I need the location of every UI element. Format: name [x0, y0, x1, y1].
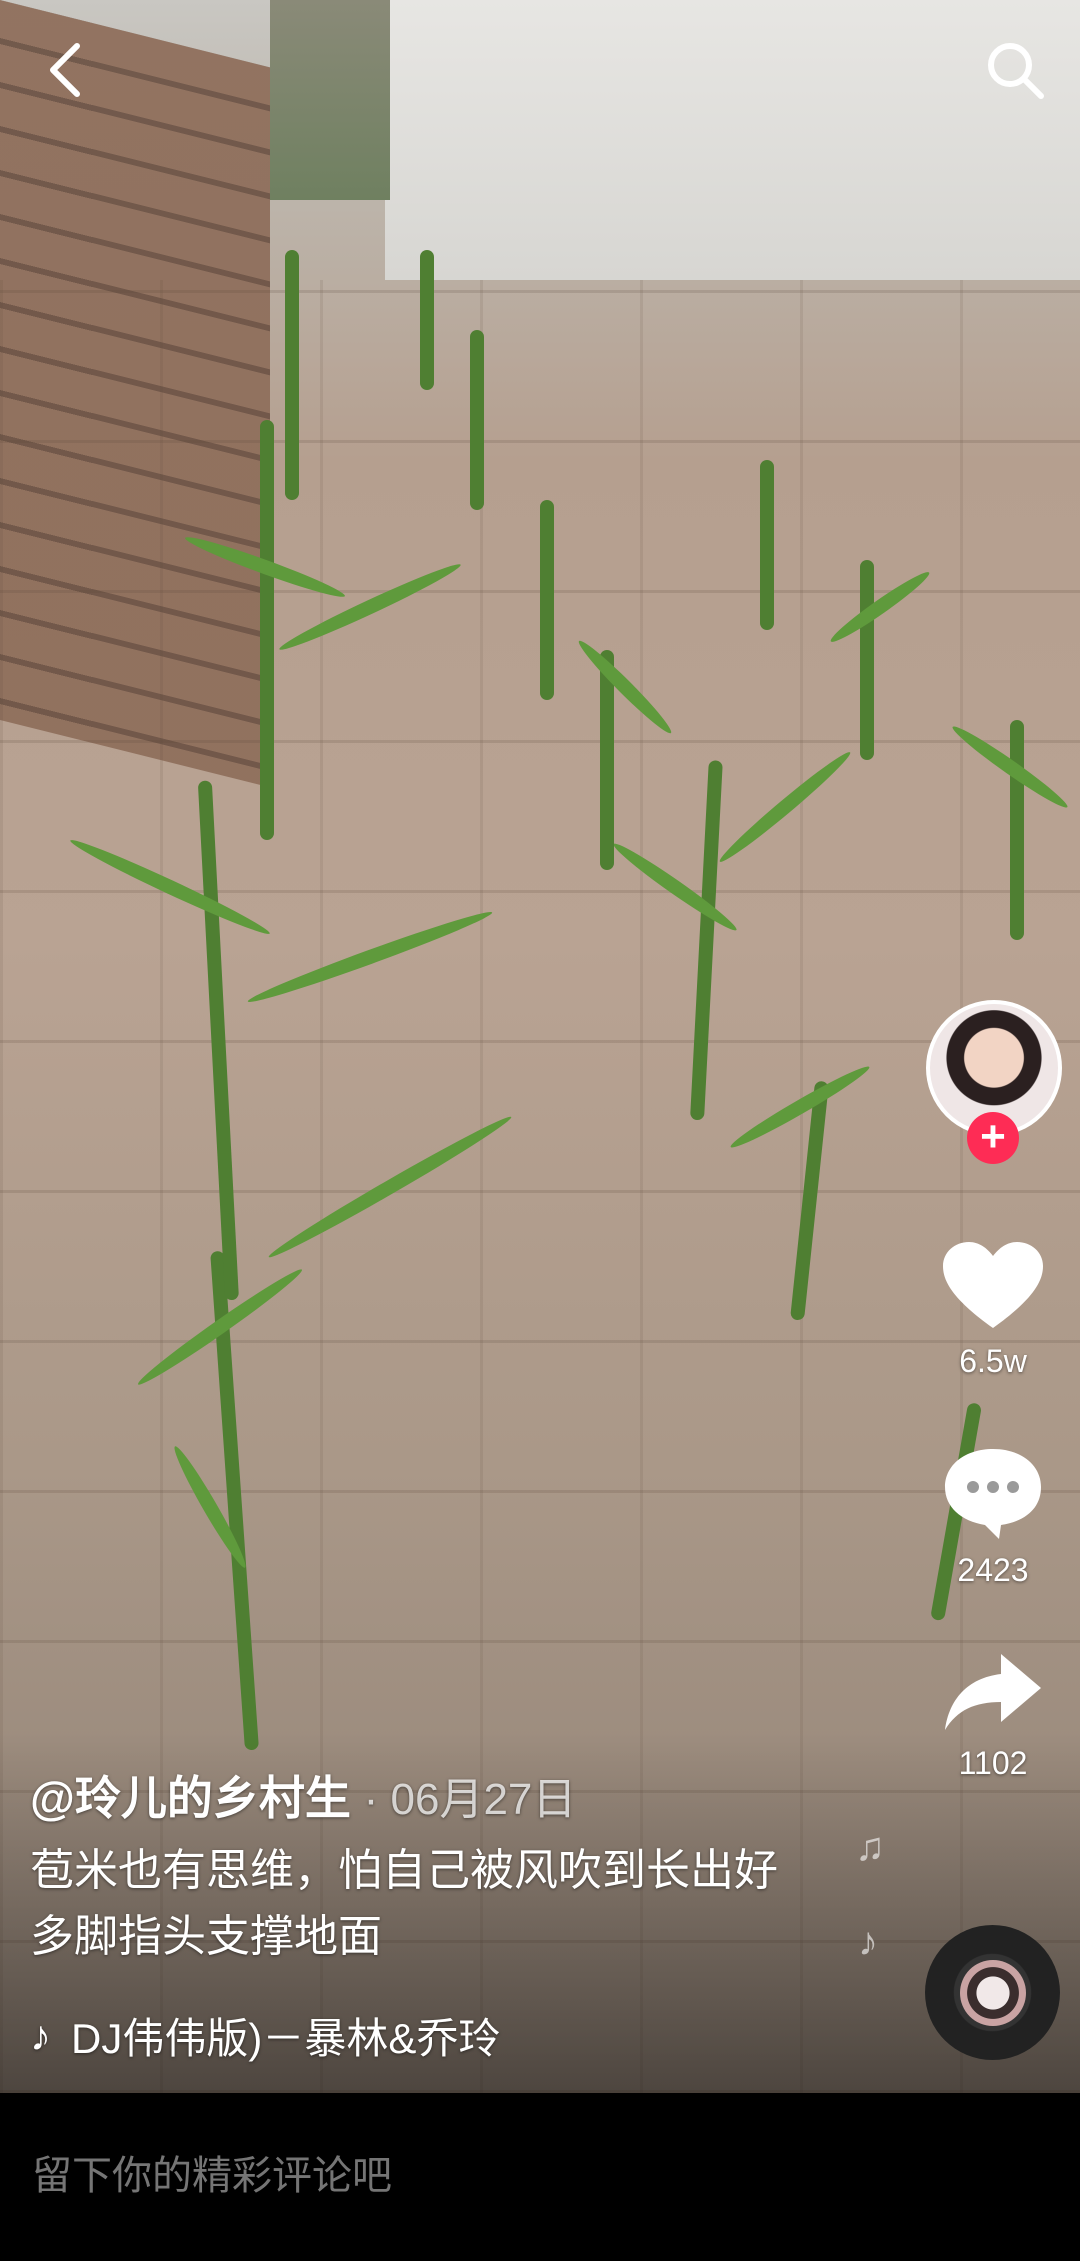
follow-button[interactable]: +: [967, 1112, 1019, 1164]
search-icon: [988, 43, 1044, 99]
heart-icon: [943, 1242, 1043, 1328]
music-note-deco-icon: ♪: [858, 1920, 878, 1964]
music-note-deco-icon: ♫: [855, 1825, 885, 1869]
author-handle[interactable]: @玲儿的乡村生: [30, 1772, 351, 1824]
disc-cover: [959, 1959, 1026, 2026]
back-arrow-icon: [50, 43, 80, 97]
video-caption: @玲儿的乡村生 · 06月27日 苞米也有思维，怕自己被风吹到长出好多脚指头支撑…: [30, 1762, 810, 1970]
post-date: · 06月27日: [363, 1775, 577, 1824]
comment-button[interactable]: 2423: [918, 1445, 1068, 1635]
music-info[interactable]: ♪ DJ伟伟版)－暴林&乔玲: [30, 2005, 500, 2066]
like-count: 6.5w: [959, 1343, 1027, 1379]
back-button[interactable]: [25, 30, 105, 110]
comment-input[interactable]: [30, 2153, 934, 2200]
music-title: DJ伟伟版)－暴林&乔玲: [71, 2015, 501, 2062]
music-note-icon: ♪: [30, 2011, 51, 2059]
author-avatar-group: +: [918, 1000, 1068, 1170]
music-disc[interactable]: [925, 1925, 1060, 2060]
comment-bar: [0, 2093, 1080, 2261]
share-arrow-icon: [945, 1654, 1041, 1730]
share-button[interactable]: 1102: [918, 1650, 1068, 1840]
comment-bubble-icon: [945, 1449, 1041, 1539]
share-count: 1102: [958, 1745, 1028, 1781]
search-button[interactable]: [975, 30, 1055, 110]
author-line: @玲儿的乡村生 · 06月27日: [30, 1762, 810, 1828]
caption-text: 苞米也有思维，怕自己被风吹到长出好多脚指头支撑地面: [30, 1846, 778, 1961]
like-button[interactable]: 6.5w: [918, 1240, 1068, 1430]
comment-count: 2423: [957, 1552, 1029, 1588]
plus-icon: +: [980, 1112, 1006, 1161]
background-doorway: [270, 0, 390, 200]
